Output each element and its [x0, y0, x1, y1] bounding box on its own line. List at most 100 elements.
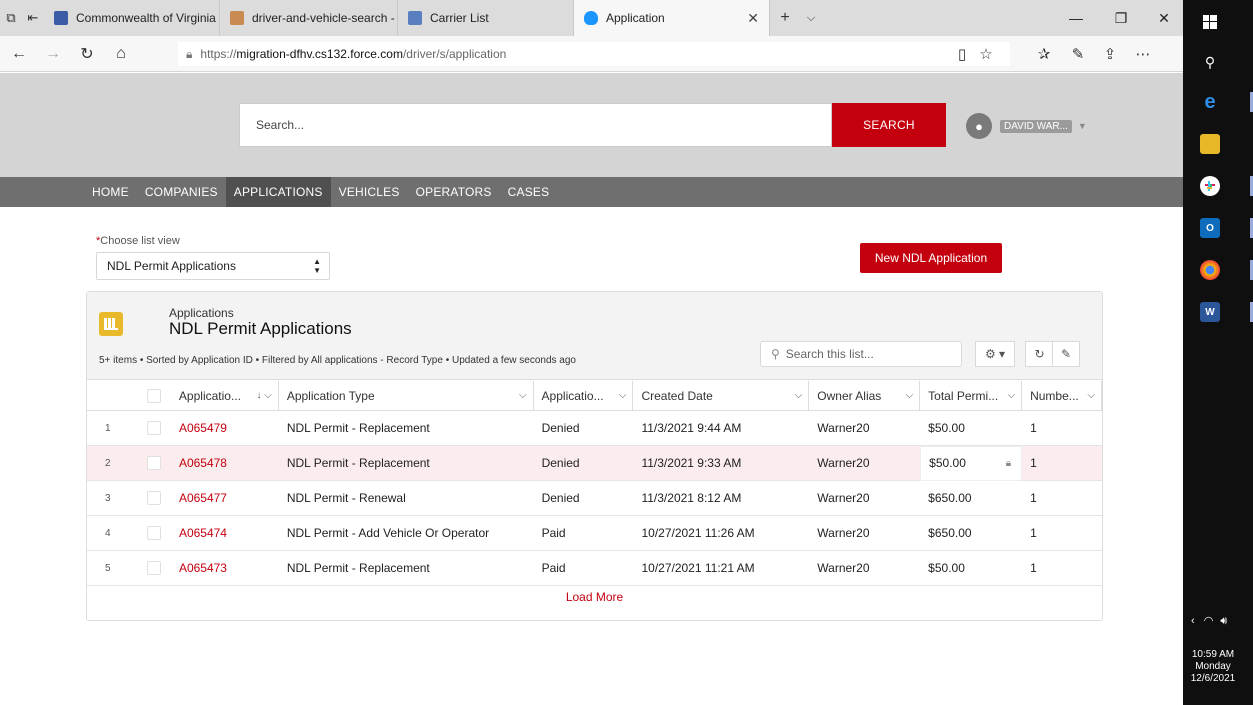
inline-edit-button[interactable]: ✎ — [1052, 341, 1080, 367]
list-search-input[interactable]: ⚲ Search this list... — [760, 341, 962, 367]
url-field[interactable]: 🔒︎ https://migration-dfhv.cs132.force.co… — [178, 42, 1010, 66]
owner-cell: Warner20 — [817, 456, 870, 470]
reading-view-icon[interactable]: ▯ — [950, 42, 974, 66]
application-id-link[interactable]: A065474 — [179, 526, 227, 540]
list-view-select[interactable]: NDL Permit Applications ▲ ▼ — [96, 252, 330, 280]
row-checkbox[interactable] — [139, 481, 171, 516]
nav-vehicles[interactable]: VEHICLES — [331, 177, 408, 207]
chrome-icon[interactable] — [1200, 260, 1220, 280]
salesforce-cloud-icon — [584, 11, 598, 25]
search-button[interactable]: SEARCH — [832, 103, 946, 147]
tab-actions-icon[interactable]: ⧉ — [0, 0, 22, 36]
minimize-icon[interactable]: — — [1058, 0, 1094, 36]
created-date-cell: 11/3/2021 9:33 AM — [641, 456, 742, 470]
word-icon[interactable]: W — [1200, 302, 1220, 322]
column-label: Owner Alias — [817, 388, 882, 403]
row-checkbox[interactable] — [139, 516, 171, 551]
chevron-down-icon[interactable]: ⌵ — [619, 390, 627, 401]
checkbox[interactable] — [146, 491, 161, 505]
application-id-link[interactable]: A065477 — [179, 491, 227, 505]
network-icon[interactable]: ◠ — [1204, 615, 1214, 627]
file-explorer-icon[interactable] — [1200, 134, 1220, 154]
chevron-down-icon[interactable]: ⌵ — [1007, 390, 1015, 401]
restore-icon[interactable]: ❐ — [1103, 0, 1139, 36]
tab-carrier-list[interactable]: Carrier List — [398, 0, 574, 36]
more-icon[interactable]: ⋯ — [1131, 42, 1155, 66]
application-id-link[interactable]: A065473 — [179, 561, 227, 575]
checkbox[interactable] — [146, 526, 161, 540]
col-number[interactable]: Numbe... ⌵ — [1022, 380, 1102, 411]
nav-operators[interactable]: OPERATORS — [408, 177, 500, 207]
slack-icon[interactable] — [1200, 176, 1220, 196]
select-all-checkbox[interactable] — [146, 388, 161, 403]
checkbox[interactable] — [146, 421, 161, 435]
new-ndl-application-button[interactable]: New NDL Application — [860, 243, 1002, 273]
nav-cases[interactable]: CASES — [500, 177, 558, 207]
tab-driver-vehicle-search[interactable]: driver-and-vehicle-search - — [220, 0, 398, 36]
application-id-link[interactable]: A065478 — [179, 456, 227, 470]
tab-commonwealth[interactable]: Commonwealth of Virginia — [44, 0, 220, 36]
nav-home[interactable]: HOME — [84, 177, 137, 207]
taskbar-search-icon[interactable]: ⚲ — [1200, 52, 1220, 72]
forward-icon[interactable]: → — [38, 39, 68, 69]
col-application-id[interactable]: Applicatio... ↓ ⌵ — [171, 380, 279, 411]
chevron-down-icon[interactable]: ⌵ — [519, 390, 527, 401]
global-search-input[interactable]: Search... — [239, 103, 832, 147]
load-more-link[interactable]: Load More — [87, 590, 1102, 604]
refresh-icon: ↻ — [1034, 347, 1045, 361]
row-checkbox[interactable] — [139, 446, 171, 481]
pencil-icon: ✎ — [1060, 347, 1072, 361]
refresh-list-button[interactable]: ↻ — [1025, 341, 1053, 367]
row-checkbox[interactable] — [139, 411, 171, 446]
application-id-cell: A065478 — [171, 446, 279, 481]
edge-browser-icon[interactable]: e — [1200, 91, 1220, 113]
chevron-down-icon[interactable]: ⌵ — [1087, 390, 1095, 401]
volume-icon[interactable]: 🔊︎ — [1220, 615, 1227, 627]
back-icon[interactable]: ← — [4, 39, 34, 69]
list-settings-button[interactable]: ⚙ ▾ — [975, 341, 1015, 367]
col-owner-alias[interactable]: Owner Alias ⌵ — [809, 380, 921, 411]
table-row[interactable]: 4 A065474 NDL Permit - Add Vehicle Or Op… — [87, 516, 1102, 551]
application-id-link[interactable]: A065479 — [179, 421, 227, 435]
table-row[interactable]: 2 A065478 NDL Permit - Replacement Denie… — [87, 445, 1102, 481]
favicon-icon — [408, 11, 422, 25]
tray-expand-chevron-icon[interactable]: ‹ — [1191, 615, 1195, 627]
created-date-cell: 10/27/2021 11:21 AM — [641, 561, 755, 575]
new-tab-icon[interactable]: + — [770, 0, 800, 36]
tab-list-chevron-icon[interactable]: ⌵ — [800, 0, 822, 36]
list-view-label-text: Choose list view — [100, 235, 180, 247]
favorites-bar-icon[interactable]: ✰ — [1032, 42, 1056, 66]
refresh-icon[interactable]: ↻ — [72, 39, 102, 69]
favorite-star-icon[interactable]: ☆ — [974, 42, 998, 66]
home-icon[interactable]: ⌂ — [106, 39, 136, 69]
checkbox[interactable] — [146, 456, 161, 470]
col-created-date[interactable]: Created Date ⌵ — [633, 380, 810, 411]
col-total-permit[interactable]: Total Permi... ⌵ — [920, 380, 1023, 411]
application-type-cell: NDL Permit - Replacement — [286, 561, 430, 575]
nav-companies[interactable]: COMPANIES — [137, 177, 226, 207]
chevron-down-icon[interactable]: ⌵ — [906, 390, 914, 401]
pen-icon[interactable]: ✎ — [1066, 42, 1090, 66]
table-header: Applicatio... ↓ ⌵ Application Type ⌵ Appli… — [87, 380, 1102, 411]
col-application-type[interactable]: Application Type ⌵ — [279, 380, 534, 411]
taskbar-clock[interactable]: 10:59 AM Monday 12/6/2021 — [1183, 649, 1243, 685]
table-row[interactable]: 3 A065477 NDL Permit - Renewal Denied 11… — [87, 481, 1102, 516]
select-all-header[interactable] — [139, 381, 171, 411]
close-tab-icon[interactable]: ✕ — [737, 10, 759, 27]
tab-application[interactable]: Application ✕ — [574, 0, 770, 36]
sort-desc-icon[interactable]: ↓ ⌵ — [256, 390, 271, 401]
nav-applications[interactable]: APPLICATIONS — [225, 177, 331, 207]
outlook-icon[interactable]: O — [1200, 218, 1220, 238]
tabs-aside-icon[interactable]: ⇤ — [22, 0, 44, 36]
user-menu[interactable]: ● DAVID WAR... ▼ — [966, 113, 1087, 139]
close-window-icon[interactable]: ✕ — [1146, 0, 1182, 36]
col-application-status[interactable]: Applicatio... ⌵ — [534, 380, 634, 411]
share-icon[interactable]: ⇪ — [1098, 42, 1122, 66]
row-checkbox[interactable] — [139, 551, 171, 586]
checkbox[interactable] — [146, 561, 161, 575]
chevron-down-icon[interactable]: ⌵ — [795, 390, 803, 401]
table-row[interactable]: 1 A065479 NDL Permit - Replacement Denie… — [87, 411, 1102, 446]
clock-time: 10:59 AM — [1191, 649, 1235, 660]
table-row[interactable]: 5 A065473 NDL Permit - Replacement Paid … — [87, 551, 1102, 586]
windows-start-icon[interactable] — [1200, 12, 1220, 32]
